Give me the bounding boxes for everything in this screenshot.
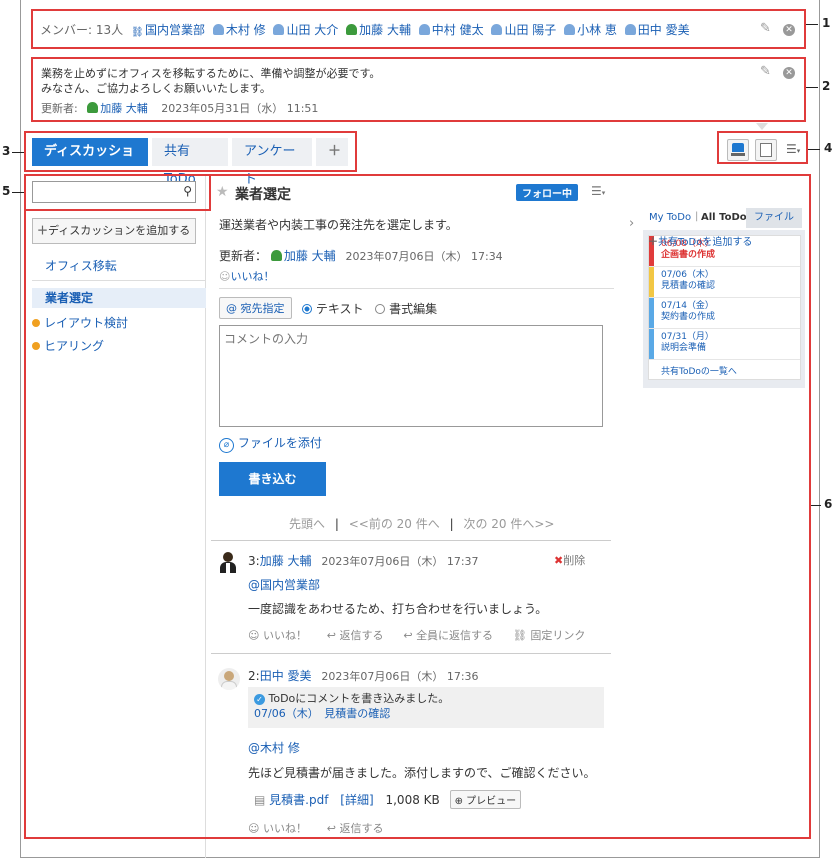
callout-line	[808, 149, 820, 150]
callout-line	[806, 87, 818, 88]
callout-1: 1	[822, 16, 831, 30]
annotation-box-2	[31, 57, 806, 122]
annotation-box-4	[717, 131, 808, 164]
annotation-box-1	[31, 9, 806, 49]
callout-2: 2	[822, 79, 831, 93]
annotation-box-6	[24, 174, 811, 839]
callout-line	[806, 24, 818, 25]
callout-4: 4	[824, 141, 833, 155]
annotation-box-3	[24, 131, 357, 172]
popup-arrow-icon	[756, 123, 768, 130]
callout-3: 3	[2, 144, 11, 158]
callout-line	[12, 152, 24, 153]
callout-line	[12, 192, 24, 193]
callout-5: 5	[2, 184, 11, 198]
callout-6: 6	[824, 497, 833, 511]
callout-line	[811, 505, 821, 506]
